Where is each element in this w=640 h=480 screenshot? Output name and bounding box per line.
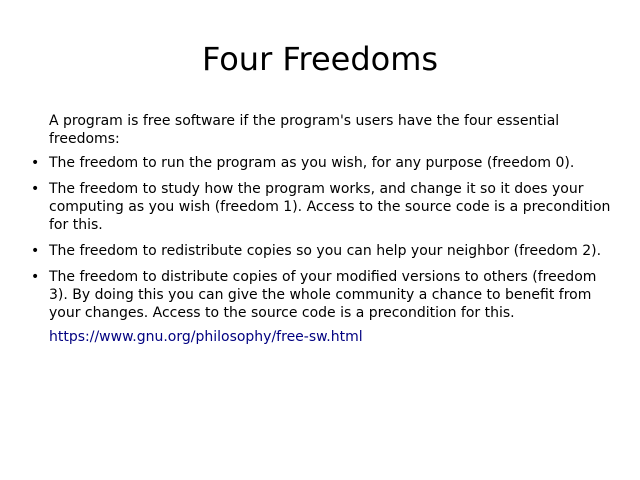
source-link-line: https://www.gnu.org/philosophy/free-sw.h… (31, 328, 613, 346)
slide-title: Four Freedoms (201, 40, 439, 78)
freedom-1-text: The freedom to study how the program wor… (49, 181, 611, 233)
freedom-3-text: The freedom to distribute copies of your… (49, 269, 597, 321)
bullet-icon: • (31, 181, 40, 197)
freedom-0-text: The freedom to run the program as you wi… (49, 155, 575, 171)
list-item: • The freedom to study how the program w… (31, 180, 613, 234)
slide-body: A program is free software if the progra… (31, 112, 613, 346)
source-link[interactable]: https://www.gnu.org/philosophy/free-sw.h… (49, 329, 363, 345)
bullet-icon: • (31, 269, 40, 285)
bullet-icon: • (31, 155, 40, 171)
list-item: • The freedom to redistribute copies so … (31, 242, 613, 260)
bullet-icon: • (31, 243, 40, 259)
list-item: • The freedom to distribute copies of yo… (31, 268, 613, 322)
intro-paragraph: A program is free software if the progra… (49, 113, 560, 147)
freedoms-list: • The freedom to run the program as you … (31, 154, 613, 322)
freedom-2-text: The freedom to redistribute copies so yo… (49, 243, 602, 259)
presentation-slide: Four Freedoms A program is free software… (0, 0, 640, 480)
list-item: • The freedom to run the program as you … (31, 154, 613, 172)
